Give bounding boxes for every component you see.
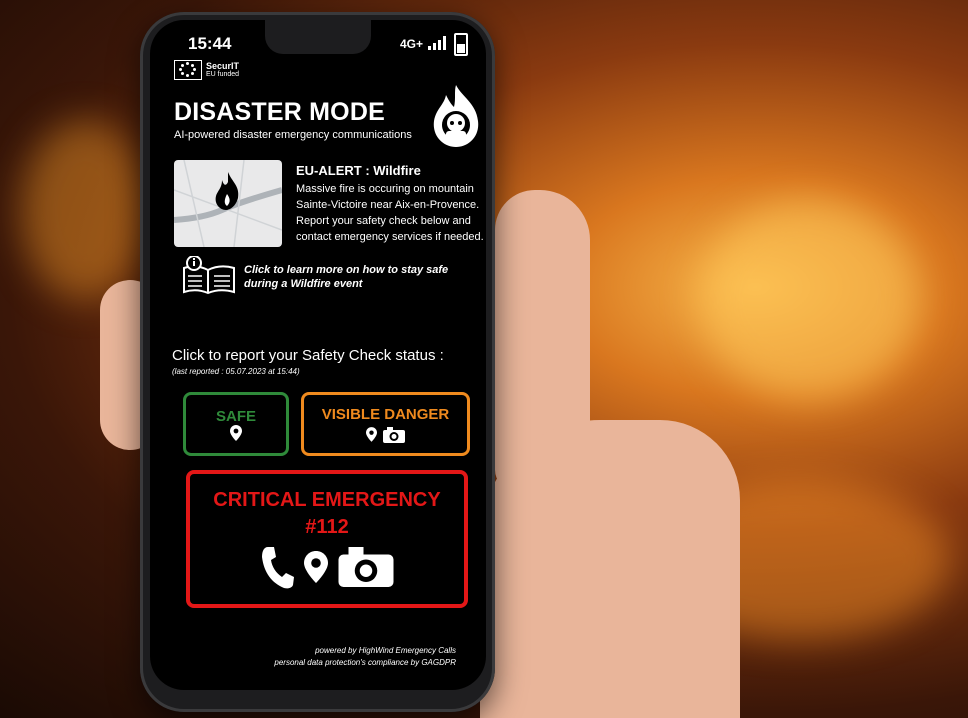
- alert-body: Massive fire is occuring on mountain Sai…: [296, 183, 484, 243]
- brand-name: SecurIT: [206, 61, 240, 71]
- battery-icon: [454, 33, 468, 56]
- alert-title: EU-ALERT : Wildfire: [296, 163, 421, 178]
- last-reported: (last reported : 05.07.2023 at 15:44): [172, 367, 300, 376]
- critical-icons: [260, 545, 394, 589]
- brand: SecurIT EU funded: [174, 60, 239, 80]
- fire-badge-icon: [433, 85, 479, 147]
- background-fire-glow: [20, 120, 150, 300]
- critical-emergency-button[interactable]: CRITICAL EMERGENCY #112: [186, 470, 468, 608]
- page-subtitle: AI-powered disaster emergency communicat…: [174, 129, 412, 141]
- page-title: DISASTER MODE: [174, 98, 385, 126]
- hand: [480, 420, 740, 718]
- camera-icon: [338, 547, 394, 587]
- danger-icons: [366, 426, 405, 443]
- visible-danger-button[interactable]: VISIBLE DANGER: [301, 392, 470, 456]
- powered-by: powered by HighWind Emergency Calls: [315, 646, 456, 655]
- eu-flag-icon: [174, 60, 202, 80]
- phone-icon: [262, 547, 294, 589]
- safe-button[interactable]: SAFE: [183, 392, 289, 456]
- status-time: 15:44: [188, 34, 232, 53]
- background-fire-glow: [700, 200, 920, 400]
- data-protection-note: personal data protection's compliance by…: [274, 658, 456, 667]
- network-type: 4G+: [400, 37, 424, 51]
- camera-icon: [383, 426, 405, 443]
- brand-funding: EU funded: [206, 71, 240, 78]
- critical-emergency-label: CRITICAL EMERGENCY: [213, 489, 441, 511]
- learn-more-link[interactable]: Click to learn more on how to stay safe …: [244, 263, 479, 291]
- book-info-icon[interactable]: [180, 256, 238, 296]
- phone-screen: 15:44 4G+ SecurIT EU funded DISASTER MOD…: [150, 20, 486, 690]
- map-pin-icon: [230, 424, 242, 441]
- safe-button-label: SAFE: [215, 407, 256, 425]
- camera-notch: [265, 20, 371, 54]
- signal-icon: [428, 36, 446, 50]
- emergency-number: #112: [305, 516, 349, 538]
- safety-check-prompt: Click to report your Safety Check status…: [172, 347, 444, 364]
- visible-danger-label: VISIBLE DANGER: [321, 405, 450, 423]
- map-pin-icon: [304, 551, 328, 583]
- map-pin-icon: [366, 427, 377, 442]
- alert-map[interactable]: [174, 160, 282, 247]
- map-graphic: [174, 160, 282, 247]
